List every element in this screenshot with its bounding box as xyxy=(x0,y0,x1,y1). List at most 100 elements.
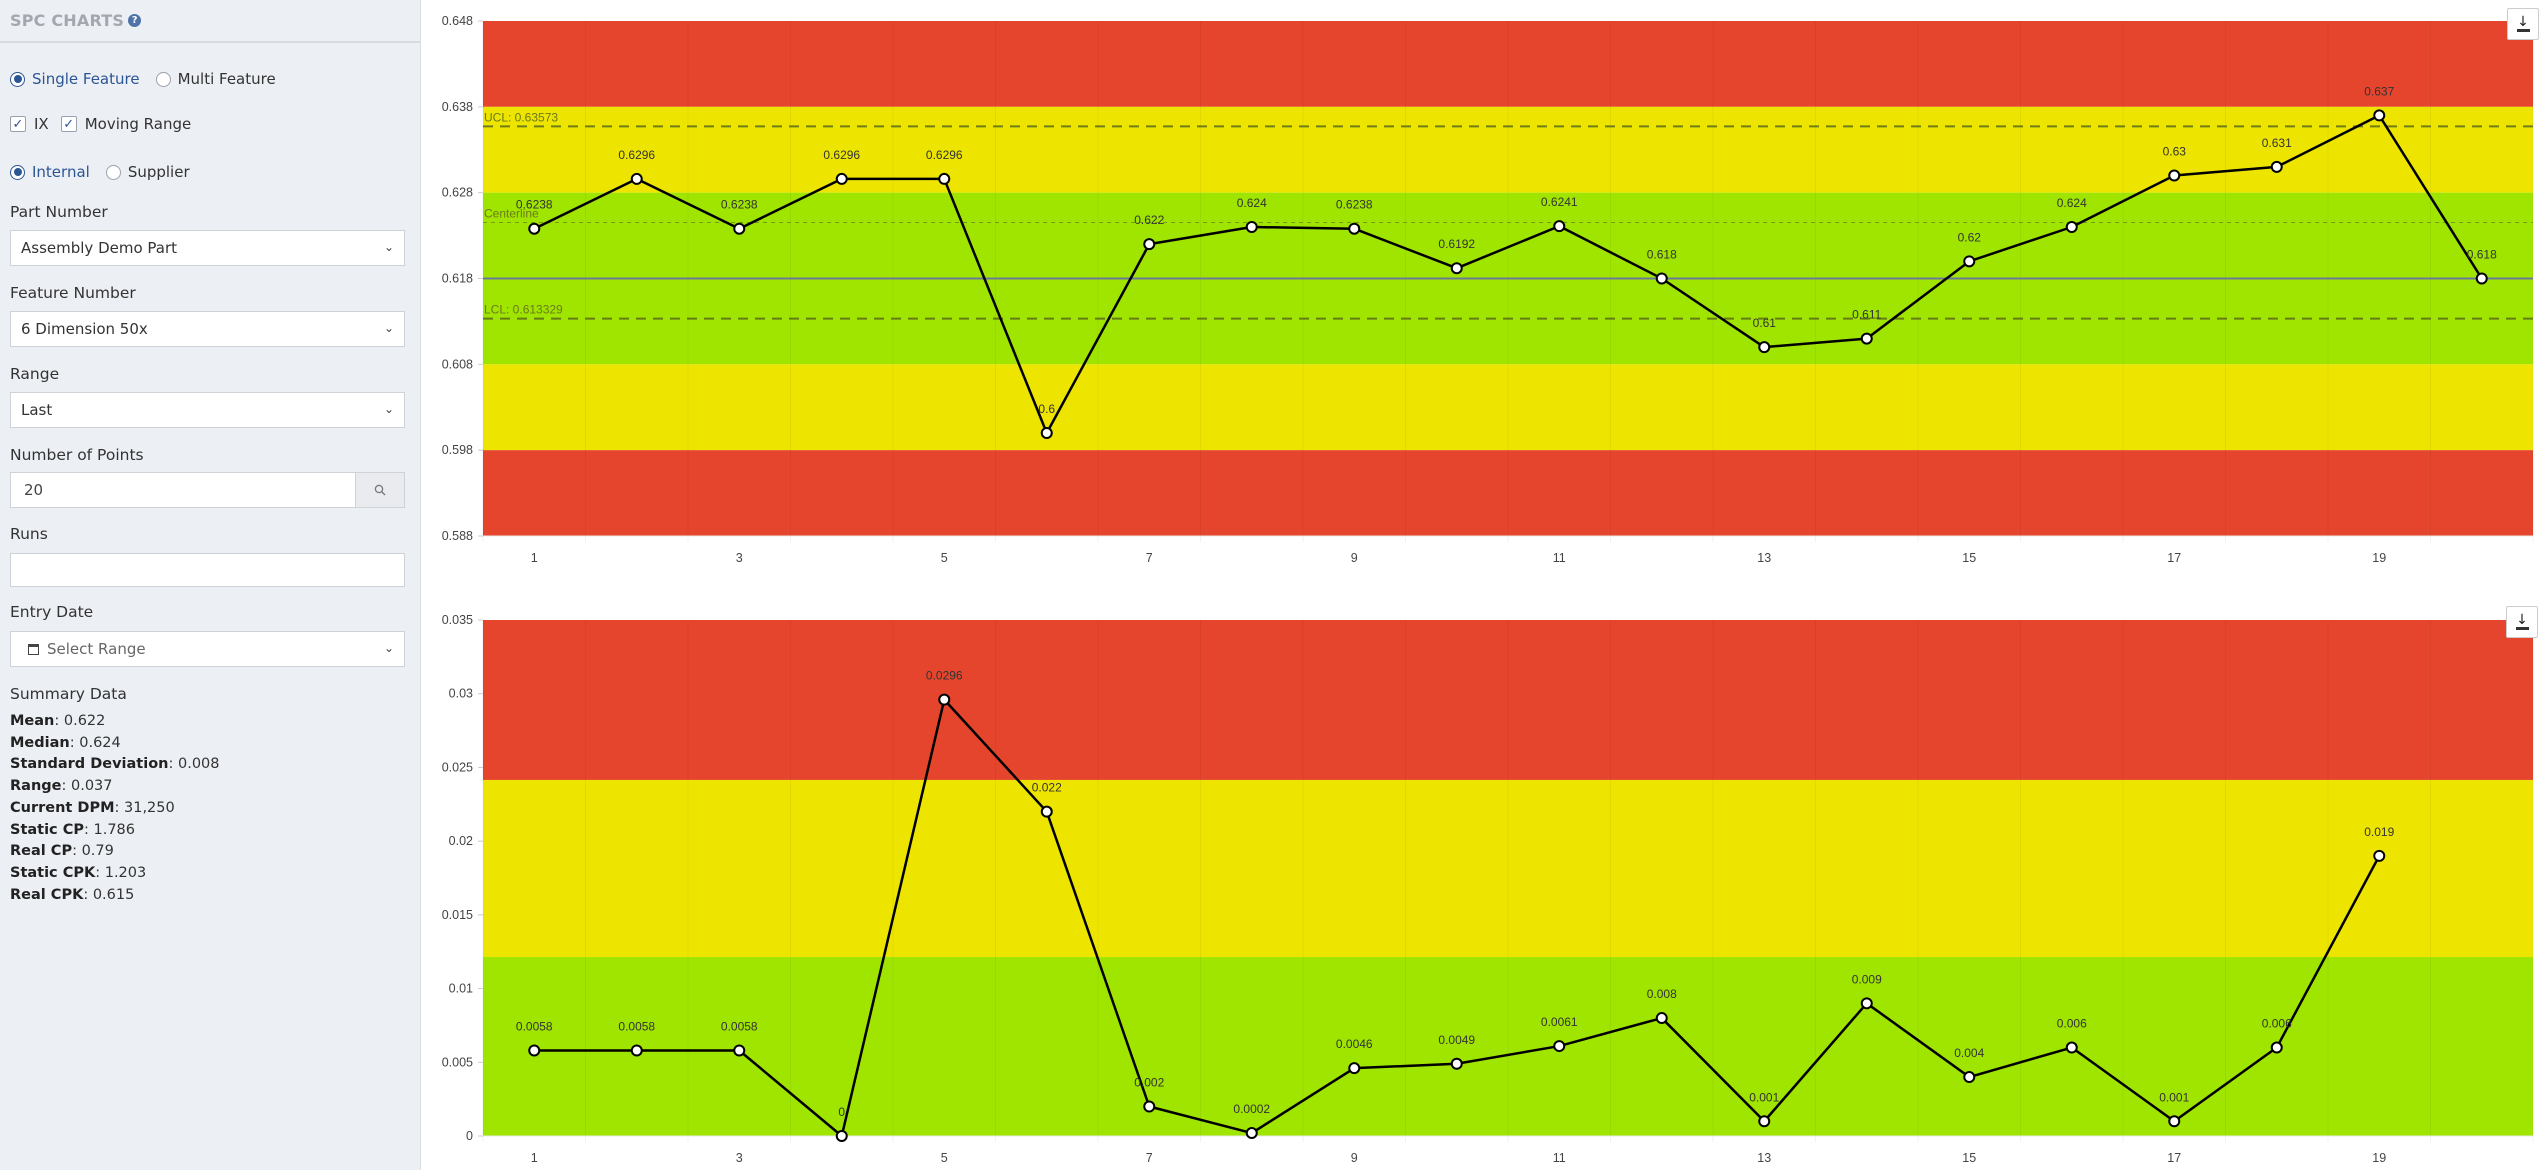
data-label: 0.622 xyxy=(1134,213,1164,227)
checkbox-moving-range[interactable]: ✓ xyxy=(60,116,77,132)
download-ix-chart-button[interactable]: ↓ xyxy=(2507,8,2539,40)
checkbox-ix[interactable]: ✓ xyxy=(10,116,26,132)
charts-area: 0.588 0.598 0.608 0.618 0.628 0.638 0.648 1 3 5 7 9… xyxy=(421,0,2545,1170)
x-tick-label: 9 xyxy=(1351,1151,1358,1165)
summary-item: Current DPM: 31,250 xyxy=(10,799,175,816)
x-tick-label: 5 xyxy=(941,1151,948,1165)
data-label: 0.6238 xyxy=(516,198,553,212)
runs-input[interactable] xyxy=(10,553,405,587)
checkbox-label-ix[interactable]: IX xyxy=(34,115,49,133)
chevron-down-icon: ⌄ xyxy=(383,641,394,655)
range-label: Range xyxy=(10,365,60,383)
data-label: 0.009 xyxy=(1852,972,1882,986)
chevron-down-icon: ⌄ xyxy=(383,402,394,416)
x-tick-label: 7 xyxy=(1146,551,1153,565)
summary-label: Range xyxy=(10,778,62,795)
sidebar: SPC CHARTS ? Single Feature Multi Featur… xyxy=(0,0,421,1170)
data-label: 0 xyxy=(838,1105,845,1119)
number-of-points-input[interactable]: 20 xyxy=(10,472,356,508)
data-label: 0.019 xyxy=(2364,825,2394,839)
data-point xyxy=(938,693,951,706)
download-moving-range-chart-button[interactable]: ↓ xyxy=(2506,606,2538,638)
data-label: 0.001 xyxy=(1749,1090,1779,1104)
source-radio-group: Internal Supplier xyxy=(10,163,190,181)
reference-line-label: UCL: 0.63573 xyxy=(484,110,558,124)
y-tick-label: 0.01 xyxy=(449,982,473,996)
x-tick-label: 1 xyxy=(531,1151,538,1165)
range-value: Last xyxy=(21,401,53,419)
summary-label: Real CPK xyxy=(10,886,84,903)
radio-supplier[interactable] xyxy=(105,164,121,180)
data-label: 0.624 xyxy=(1237,196,1267,210)
data-point xyxy=(1143,1100,1156,1113)
data-label: 0.637 xyxy=(2364,84,2394,98)
moving-range-chart: 00.0050.010.0150.020.0250.030.0351 3 5 7 9 11… xyxy=(442,613,2534,1165)
radio-multi-feature[interactable] xyxy=(155,71,171,87)
summary-label: Standard Deviation xyxy=(10,756,169,773)
radio-single-feature[interactable] xyxy=(10,71,25,87)
summary-item: Range: 0.037 xyxy=(10,778,113,795)
y-tick-label: 0.02 xyxy=(449,834,473,848)
summary-value: 0.624 xyxy=(79,734,121,751)
part-number-select[interactable]: Assembly Demo Part ⌄ xyxy=(10,230,405,266)
x-tick-label: 1 xyxy=(531,551,538,565)
radio-label-multi-feature[interactable]: Multi Feature xyxy=(178,70,276,88)
y-tick-label: 0.608 xyxy=(442,357,473,371)
feature-number-select[interactable]: 6 Dimension 50x ⌄ xyxy=(10,311,405,347)
data-label: 0.002 xyxy=(1134,1076,1164,1090)
reference-line-label: LCL: 0.613329 xyxy=(484,303,563,317)
data-label: 0.6238 xyxy=(1336,198,1373,212)
data-label: 0.624 xyxy=(2057,196,2087,210)
data-point xyxy=(2065,221,2078,233)
data-label: 0.0058 xyxy=(618,1019,655,1033)
range-select[interactable]: Last ⌄ xyxy=(10,392,405,428)
y-tick-label: 0.618 xyxy=(442,272,473,286)
question-circle-icon[interactable]: ? xyxy=(128,14,142,27)
x-tick-label: 19 xyxy=(2372,551,2386,565)
summary-label: Current DPM xyxy=(10,799,115,816)
data-point xyxy=(835,172,848,185)
checkbox-label-moving-range[interactable]: Moving Range xyxy=(85,115,192,133)
data-label: 0.0002 xyxy=(1233,1102,1270,1116)
data-point xyxy=(528,1044,541,1057)
x-tick-label: 13 xyxy=(1757,551,1771,565)
data-label: 0.0046 xyxy=(1336,1037,1373,1051)
data-point xyxy=(733,1044,746,1057)
chart-toggle-group: ✓ IX ✓ Moving Range xyxy=(10,115,191,133)
radio-label-internal[interactable]: Internal xyxy=(32,163,90,181)
x-tick-label: 15 xyxy=(1962,1151,1976,1165)
data-point xyxy=(1963,255,1976,268)
y-tick-label: 0.638 xyxy=(442,100,473,114)
entry-date-placeholder: Select Range xyxy=(47,640,146,658)
radio-internal[interactable] xyxy=(10,164,25,180)
summary-value: 0.037 xyxy=(71,778,113,795)
y-tick-label: 0.025 xyxy=(442,760,473,774)
search-button[interactable] xyxy=(356,472,405,508)
summary-label: Real CP xyxy=(10,843,73,860)
summary-item: Mean: 0.622 xyxy=(10,713,106,729)
summary-item: Static CP: 1.786 xyxy=(10,821,135,838)
summary-title: Summary Data xyxy=(10,685,127,703)
data-point xyxy=(1348,222,1361,235)
data-label: 0.631 xyxy=(2262,136,2292,150)
radio-label-single-feature[interactable]: Single Feature xyxy=(32,70,140,88)
mode-radio-group: Single Feature Multi Feature xyxy=(10,70,276,88)
entry-date-select[interactable]: Select Range ⌄ xyxy=(10,631,405,667)
x-tick-label: 11 xyxy=(1553,551,1566,565)
data-label: 0.61 xyxy=(1753,316,1777,330)
data-label: 0.6241 xyxy=(1541,195,1578,209)
data-point xyxy=(938,172,951,185)
data-point xyxy=(1655,1012,1668,1025)
data-point xyxy=(1655,272,1668,285)
feature-number-label: Feature Number xyxy=(10,284,136,302)
data-point xyxy=(835,1130,848,1142)
data-point xyxy=(1450,262,1463,275)
radio-label-supplier[interactable]: Supplier xyxy=(128,163,190,181)
data-point xyxy=(2373,849,2386,862)
data-point xyxy=(2270,1041,2283,1054)
data-point xyxy=(1758,341,1771,354)
data-label: 0.63 xyxy=(2163,145,2187,159)
part-number-value: Assembly Demo Part xyxy=(21,239,178,257)
y-tick-label: 0.035 xyxy=(442,613,473,627)
data-label: 0.008 xyxy=(1647,987,1677,1001)
